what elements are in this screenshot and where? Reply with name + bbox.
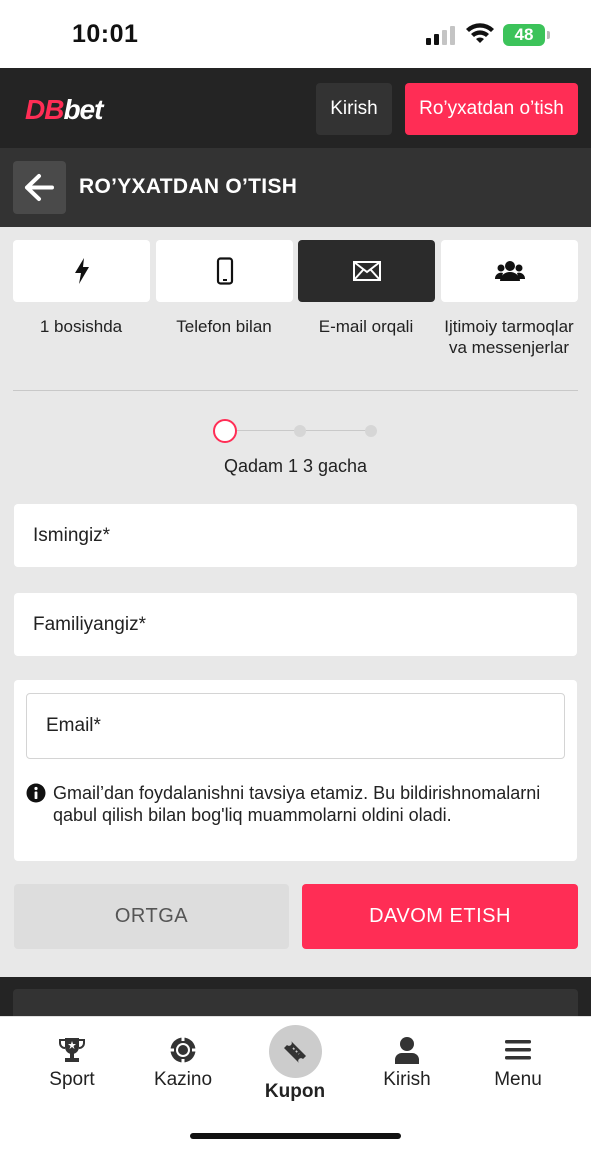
battery-indicator: 48 <box>503 24 550 46</box>
nav-menu-label: Menu <box>494 1069 542 1090</box>
last-name-field[interactable] <box>14 593 577 656</box>
step-progress <box>0 417 591 445</box>
nav-coupon-label: Kupon <box>264 1081 326 1102</box>
tab-one-click[interactable] <box>13 240 150 302</box>
gmail-recommendation-text: Gmail’dan foydalanishni tavsiya etamiz. … <box>53 783 541 825</box>
back-button[interactable]: ORTGA <box>14 884 289 949</box>
tab-label-phone: Telefon bilan <box>176 317 272 336</box>
logo-db: DB <box>25 94 64 125</box>
nav-sport-label: Sport <box>49 1069 95 1090</box>
arrow-left-icon <box>25 174 54 201</box>
home-indicator[interactable] <box>190 1133 401 1139</box>
first-name-field[interactable] <box>14 504 577 567</box>
info-icon <box>26 783 46 803</box>
nav-menu[interactable]: Menu <box>468 1035 568 1091</box>
users-icon <box>494 261 525 281</box>
tab-label-social: Ijtimoiy tarmoqlar va messenjerlar <box>444 317 574 357</box>
lightning-icon <box>74 258 89 284</box>
logo-bet: bet <box>63 94 103 125</box>
back-arrow-button[interactable] <box>13 161 66 214</box>
cellular-signal-icon <box>426 26 455 45</box>
coupon-circle <box>268 1025 322 1078</box>
email-card: Gmail’dan foydalanishni tavsiya etamiz. … <box>14 680 577 861</box>
ticket-icon <box>284 1040 306 1063</box>
nav-login-label: Kirish <box>383 1069 431 1090</box>
last-name-input[interactable] <box>14 593 577 656</box>
casino-chip-icon <box>170 1037 196 1063</box>
hamburger-menu-icon <box>505 1040 531 1060</box>
tab-email[interactable] <box>298 240 435 302</box>
continue-button[interactable]: DAVOM ETISH <box>302 884 578 949</box>
step-1-dot <box>213 419 237 443</box>
step-3-dot <box>365 425 377 437</box>
step-text: Qadam 1 3 gacha <box>223 456 368 476</box>
register-button[interactable]: Ro’yxatdan o’tish <box>405 83 578 135</box>
footer-strip <box>0 977 591 1029</box>
envelope-icon <box>352 261 381 281</box>
status-time: 10:01 <box>72 20 139 48</box>
nav-casino[interactable]: Kazino <box>133 1035 233 1091</box>
title-bar: RO’YXATDAN O’TISH <box>0 148 591 227</box>
trophy-icon <box>59 1038 85 1062</box>
page-title: RO’YXATDAN O’TISH <box>79 175 298 198</box>
tab-label-one-click: 1 bosishda <box>39 317 123 336</box>
wifi-icon <box>466 23 494 43</box>
tab-label-email: E-mail orqali <box>318 317 414 336</box>
phone-icon <box>216 257 233 285</box>
dbbet-logo[interactable]: DBbet <box>25 94 103 126</box>
login-button[interactable]: Kirish <box>316 83 392 135</box>
step-connector <box>306 430 365 431</box>
app-header: DBbet Kirish Ro’yxatdan o’tish <box>0 68 591 148</box>
nav-sport[interactable]: Sport <box>22 1035 122 1091</box>
divider <box>13 390 578 391</box>
tab-social[interactable] <box>441 240 578 302</box>
nav-login[interactable]: Kirish <box>357 1035 457 1091</box>
registration-content: 1 bosishda Telefon bilan E-mail orqali I… <box>0 227 591 977</box>
nav-coupon[interactable]: Kupon <box>245 1025 345 1103</box>
first-name-input[interactable] <box>14 504 577 567</box>
bottom-navigation: Sport Kazino Kupon Kirish Menu <box>0 1016 591 1150</box>
step-connector <box>237 430 294 431</box>
user-icon <box>395 1037 419 1064</box>
tab-phone[interactable] <box>156 240 293 302</box>
step-2-dot <box>294 425 306 437</box>
email-field[interactable] <box>26 693 565 759</box>
email-input[interactable] <box>27 694 564 758</box>
nav-casino-label: Kazino <box>153 1069 213 1090</box>
status-bar: 10:01 48 <box>0 0 591 68</box>
